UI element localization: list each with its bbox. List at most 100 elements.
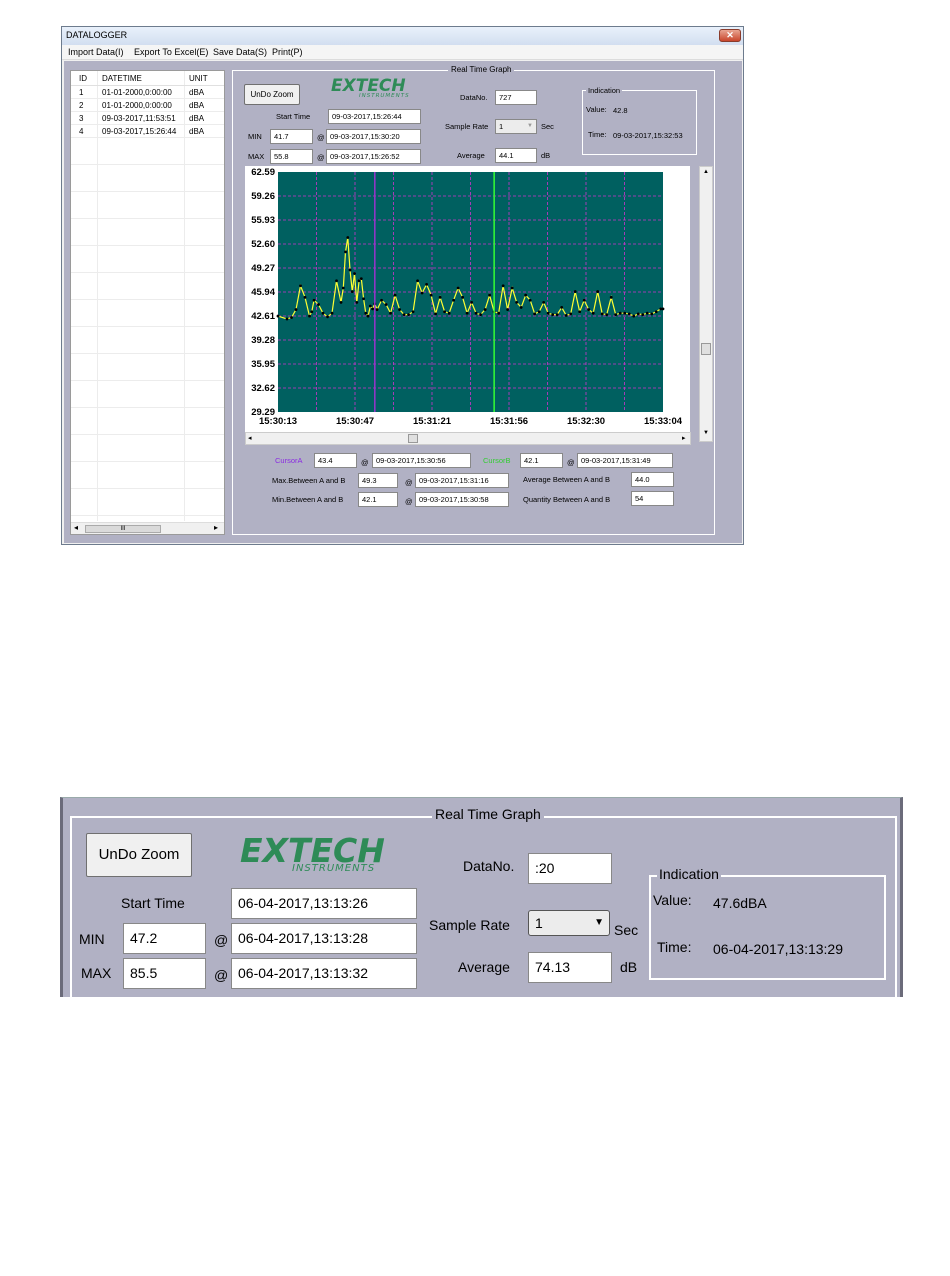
menu-import-data[interactable]: Import Data(I): [68, 47, 124, 57]
data-point: [350, 290, 354, 293]
data-point: [344, 250, 347, 254]
db-label: dB: [541, 151, 551, 160]
data-point: [312, 298, 316, 302]
zoom-start-time-field[interactable]: 06-04-2017,13:13:26: [231, 888, 417, 919]
list-horizontal-scrollbar[interactable]: ◂ III ▸: [71, 522, 224, 534]
data-point: [398, 308, 401, 311]
data-point: [488, 293, 492, 297]
sample-rate-select[interactable]: 1 ▼: [495, 119, 537, 134]
min-between-a-b-value[interactable]: 42.1: [358, 492, 398, 507]
scroll-left-arrow-icon[interactable]: ◂: [248, 434, 252, 442]
scroll-left-arrow-icon[interactable]: ◂: [74, 523, 78, 532]
window-title: DATALOGGER: [66, 30, 128, 40]
data-point: [479, 313, 483, 317]
menu-export-to-excel[interactable]: Export To Excel(E): [134, 47, 208, 57]
zoom-indication-title: Indication: [657, 866, 721, 882]
average-field[interactable]: 44.1: [495, 148, 537, 163]
cursor-a-time-field[interactable]: 09-03-2017,15:30:56: [372, 453, 471, 468]
zoom-average-field[interactable]: 74.13: [528, 952, 612, 983]
scroll-thumb[interactable]: III: [85, 525, 161, 533]
cursor-a-value-field[interactable]: 43.4: [314, 453, 357, 468]
y-tick-label: 45.94: [251, 287, 275, 298]
max-time-field[interactable]: 09-03-2017,15:26:52: [326, 149, 421, 164]
y-tick-label: 32.62: [251, 383, 275, 394]
data-point: [569, 312, 573, 316]
graph-vertical-scrollbar[interactable]: ▲ ▼: [699, 166, 713, 442]
zoom-sec-label: Sec: [614, 922, 639, 938]
undo-zoom-button[interactable]: UnDo Zoom: [244, 84, 300, 105]
data-point: [357, 279, 361, 283]
real-time-chart[interactable]: 62.59 59.26 55.93 52.60 49.27 45.94 42.61 39.28…: [245, 166, 690, 432]
data-point: [524, 293, 528, 297]
average-label: Average: [457, 151, 485, 160]
min-between-a-b-time[interactable]: 09-03-2017,15:30:58: [415, 492, 509, 507]
x-tick-label: 15:32:30: [567, 416, 605, 427]
data-point: [443, 310, 447, 314]
sample-rate-label: Sample Rate: [445, 122, 489, 131]
y-tick-label: 35.95: [251, 359, 275, 370]
data-point: [483, 308, 487, 311]
quantity-between-a-b-value[interactable]: 54: [631, 491, 674, 506]
cursor-a-label: CursorA: [275, 456, 303, 465]
menu-print[interactable]: Print(P): [272, 47, 303, 57]
data-point: [339, 300, 343, 304]
scroll-right-arrow-icon[interactable]: ▸: [214, 523, 218, 532]
data-point: [528, 298, 532, 302]
zoom-datano-field[interactable]: :20: [528, 853, 612, 884]
y-tick-label: 42.61: [251, 311, 275, 322]
at-symbol: @: [405, 497, 413, 506]
data-point: [501, 284, 505, 288]
start-time-field[interactable]: 09-03-2017,15:26:44: [328, 109, 421, 124]
at-symbol: @: [405, 478, 413, 487]
data-point: [290, 316, 293, 319]
cursor-b-time-field[interactable]: 09-03-2017,15:31:49: [577, 453, 673, 468]
scroll-right-arrow-icon[interactable]: ▸: [682, 434, 686, 442]
data-point: [310, 310, 314, 314]
max-value-field[interactable]: 55.8: [270, 149, 313, 164]
close-button[interactable]: ✕: [719, 29, 741, 42]
zoom-indication-box: Indication Value: 47.6dBA Time: 06-04-20…: [649, 866, 886, 980]
at-symbol: @: [361, 458, 369, 467]
zoom-sample-rate-select[interactable]: 1 ▼: [528, 910, 610, 936]
data-point: [335, 279, 338, 283]
zoom-undo-zoom-button[interactable]: UnDo Zoom: [86, 833, 192, 877]
scroll-down-arrow-icon[interactable]: ▼: [703, 430, 709, 436]
x-tick-label: 15:31:21: [413, 416, 452, 427]
average-between-a-b-value[interactable]: 44.0: [631, 472, 674, 487]
zoom-time: 06-04-2017,13:13:29: [713, 941, 843, 957]
min-between-a-b-label: Min.Between A and B: [272, 495, 344, 504]
min-value-field[interactable]: 41.7: [270, 129, 313, 144]
vertical-scroll-thumb[interactable]: [701, 343, 711, 355]
zoom-max-value-field[interactable]: 85.5: [123, 958, 206, 989]
data-list[interactable]: ID DATETIME UNIT 1 01-01-2000,0:00:00 dB…: [70, 70, 225, 535]
extech-logo: EXTECH INSTRUMENTS: [331, 76, 410, 100]
zoom-min-time-field[interactable]: 06-04-2017,13:13:28: [231, 923, 417, 954]
y-tick-label: 49.27: [251, 263, 275, 274]
data-point: [303, 295, 307, 299]
row-datetime: 09-03-2017,15:26:44: [102, 127, 177, 136]
data-point: [359, 277, 363, 280]
row-unit: dBA: [189, 127, 205, 136]
column-header-unit[interactable]: UNIT: [189, 74, 208, 83]
max-between-a-b-value[interactable]: 49.3: [358, 473, 398, 488]
menu-save-data[interactable]: Save Data(S): [213, 47, 267, 57]
min-time-field[interactable]: 09-03-2017,15:30:20: [326, 129, 421, 144]
graph-horizontal-scrollbar[interactable]: ◂ ▸: [245, 432, 691, 445]
horizontal-scroll-thumb[interactable]: [408, 434, 418, 443]
column-header-datetime[interactable]: DATETIME: [102, 74, 142, 83]
zoom-min-value-field[interactable]: 47.2: [123, 923, 206, 954]
zoom-max-time-field[interactable]: 06-04-2017,13:13:32: [231, 958, 417, 989]
data-point: [551, 313, 555, 317]
max-between-a-b-time[interactable]: 09-03-2017,15:31:16: [415, 473, 509, 488]
menu-bar: Import Data(I) Export To Excel(E) Save D…: [62, 45, 743, 60]
zoom-datano-label: DataNo.: [463, 858, 515, 874]
cursor-b-value-field[interactable]: 42.1: [520, 453, 563, 468]
zoom-average-label: Average: [458, 959, 510, 975]
data-point: [438, 295, 442, 299]
column-header-id[interactable]: ID: [79, 74, 87, 83]
datano-field[interactable]: 727: [495, 90, 537, 105]
scroll-up-arrow-icon[interactable]: ▲: [703, 169, 709, 175]
data-point: [355, 300, 359, 304]
data-point: [537, 310, 541, 314]
x-tick-label: 15:31:56: [490, 416, 528, 427]
